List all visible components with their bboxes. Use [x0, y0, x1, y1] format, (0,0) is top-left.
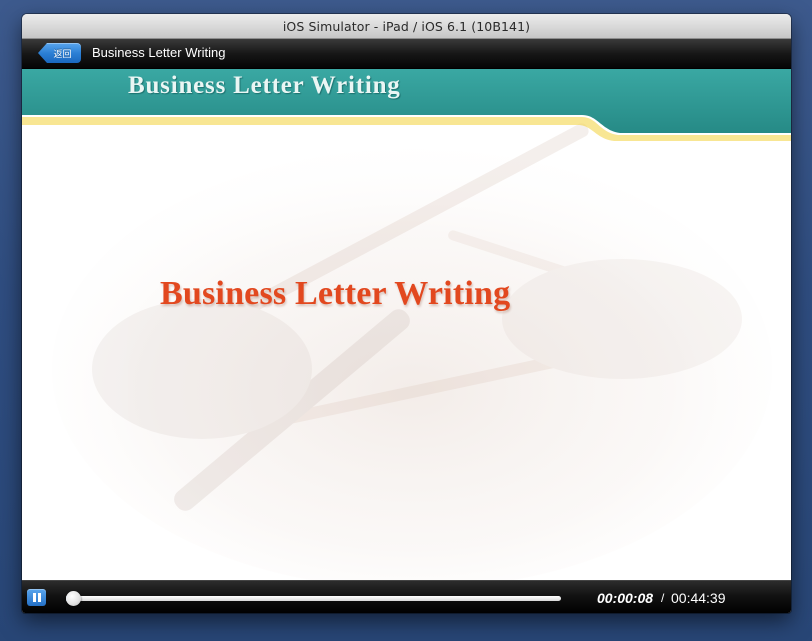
pause-icon: [32, 593, 41, 602]
faded-blob-shape: [92, 299, 312, 439]
slide-main-title: Business Letter Writing: [160, 275, 511, 312]
nav-title: Business Letter Writing: [92, 45, 226, 60]
navigation-bar: 返回 Business Letter Writing: [22, 39, 791, 69]
back-button[interactable]: 返回: [38, 43, 81, 63]
slide-header-title: Business Letter Writing: [128, 72, 401, 99]
progress-thumb[interactable]: [66, 591, 81, 606]
faded-blob-shape: [502, 259, 742, 379]
window-titlebar[interactable]: iOS Simulator - iPad / iOS 6.1 (10B141): [22, 14, 791, 39]
total-time: 00:44:39: [671, 590, 726, 606]
simulator-window: iOS Simulator - iPad / iOS 6.1 (10B141) …: [22, 14, 791, 613]
video-controls-bar: 00:00:08 / 00:44:39: [22, 580, 791, 613]
video-frame[interactable]: Business Letter Writing Business Letter …: [22, 69, 791, 580]
time-separator: /: [661, 591, 665, 605]
back-button-label: 返回: [53, 49, 72, 60]
progress-slider[interactable]: [66, 591, 561, 606]
current-time: 00:00:08: [597, 590, 654, 606]
window-title: iOS Simulator - iPad / iOS 6.1 (10B141): [282, 18, 531, 34]
slide-background: [22, 69, 791, 580]
pause-button[interactable]: [27, 589, 46, 606]
